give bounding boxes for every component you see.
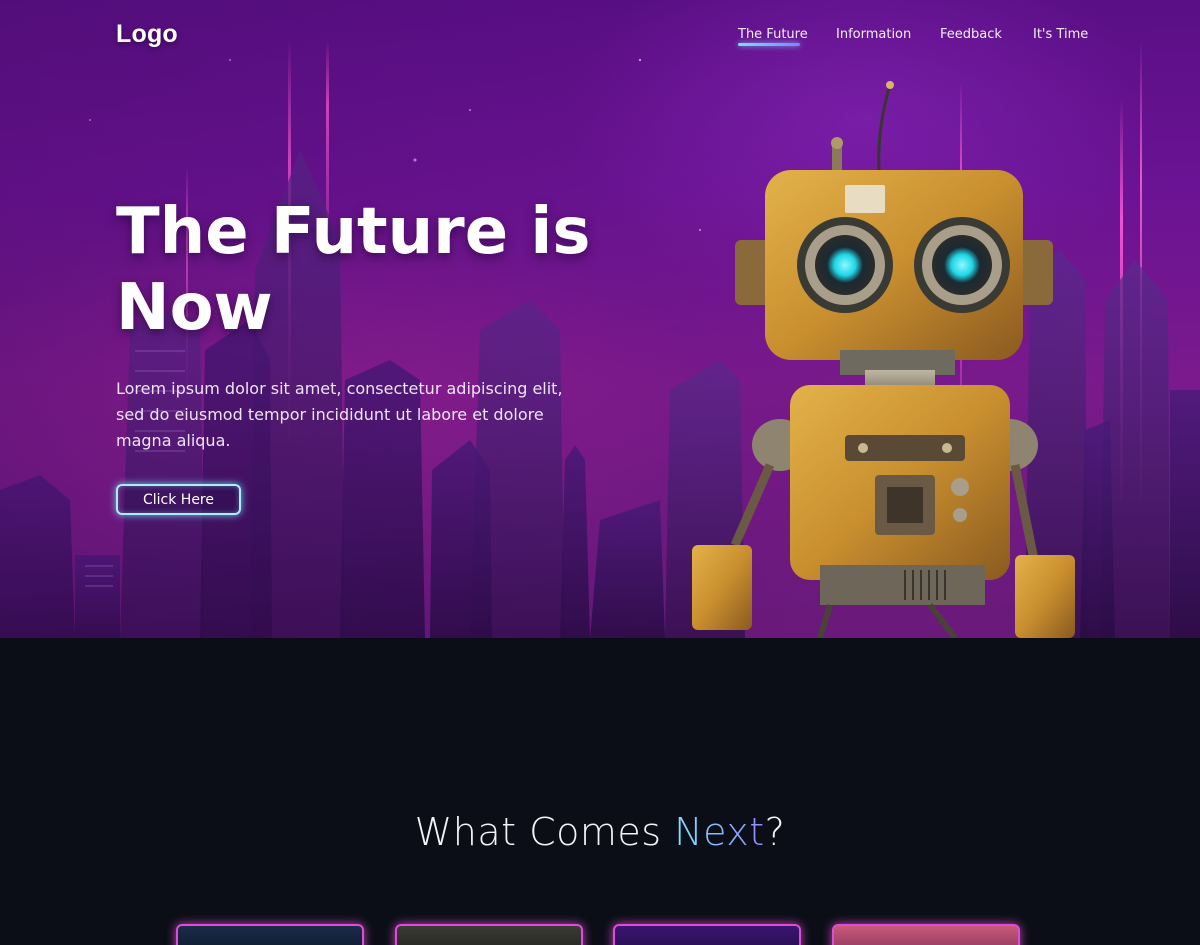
section-title-suffix: ?: [764, 810, 786, 854]
card-3[interactable]: [613, 924, 801, 945]
card-1[interactable]: [176, 924, 364, 945]
card-row: [0, 924, 1200, 945]
nav-item-the-future[interactable]: The Future: [738, 27, 808, 42]
nav-item-information[interactable]: Information: [836, 27, 911, 42]
nav-item-its-time[interactable]: It's Time: [1033, 27, 1088, 42]
section-title-accent: Next: [674, 810, 765, 854]
section-title-what-comes-next: What Comes Next?: [0, 810, 1200, 854]
robot-illustration: [692, 81, 1075, 638]
main-nav: The Future Information Feedback It's Tim…: [0, 27, 1200, 51]
click-here-button[interactable]: Click Here: [116, 484, 241, 515]
nav-active-underline: [738, 43, 800, 46]
card-2[interactable]: [395, 924, 583, 945]
hero-title-line2: Now: [116, 271, 273, 345]
nav-item-feedback[interactable]: Feedback: [940, 27, 1002, 42]
hero-title: The Future is Now: [116, 194, 636, 346]
hero-section: Logo The Future Information Feedback It'…: [0, 0, 1200, 638]
section-title-prefix: What Comes: [414, 810, 675, 854]
hero-title-line1: The Future is: [116, 195, 591, 269]
hero-description: Lorem ipsum dolor sit amet, consectetur …: [116, 379, 563, 450]
card-4[interactable]: [832, 924, 1020, 945]
